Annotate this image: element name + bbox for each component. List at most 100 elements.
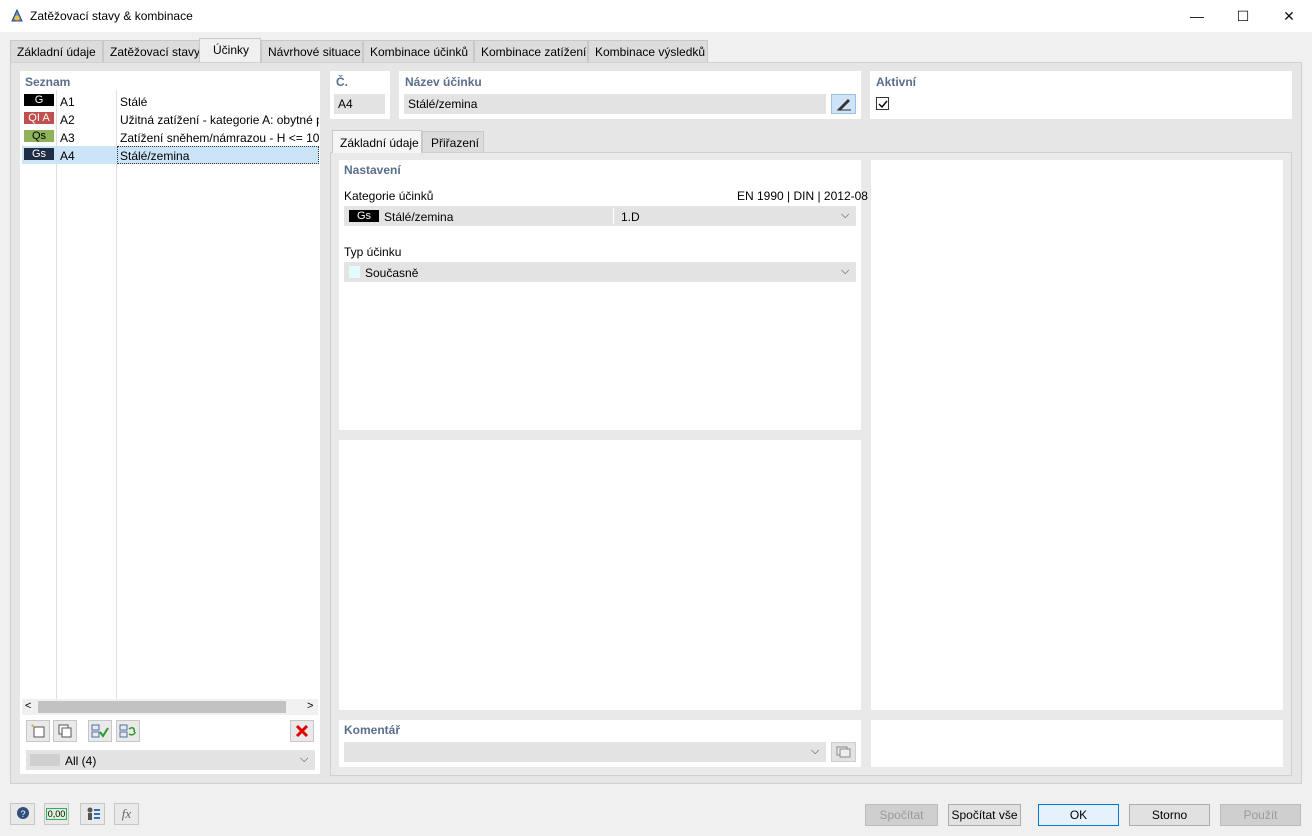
- type-label: Typ účinku: [344, 245, 402, 259]
- check-all-button[interactable]: [88, 720, 112, 742]
- comment-header: Komentář: [344, 723, 401, 737]
- horizontal-scrollbar[interactable]: < >: [22, 699, 318, 715]
- empty-panel: [339, 440, 861, 710]
- list-item-number: A4: [60, 149, 75, 163]
- type-value: Současně: [365, 266, 419, 280]
- help-icon: ?: [16, 807, 29, 819]
- chevron-down-icon: ⌵: [841, 209, 850, 221]
- settings-header: Nastavení: [344, 163, 401, 177]
- subtab-basic-data[interactable]: Základní údaje: [332, 130, 422, 153]
- tab-actions[interactable]: Účinky: [199, 38, 261, 63]
- chevron-down-icon: ⌵: [841, 265, 850, 277]
- calculate-all-button[interactable]: Spočítat vše: [948, 804, 1021, 826]
- close-window-button[interactable]: ✕: [1266, 0, 1312, 32]
- window-title: Zatěžovací stavy & kombinace: [30, 9, 193, 23]
- list-header: Seznam: [25, 75, 71, 89]
- list-item-name: Stálé: [120, 95, 148, 109]
- name-field[interactable]: Stálé/zemina: [404, 94, 826, 114]
- ok-button[interactable]: OK: [1038, 804, 1119, 826]
- category-label: Kategorie účinků: [344, 189, 434, 203]
- norm-label: EN 1990 | DIN | 2012-08: [737, 189, 868, 203]
- toggle-check-button[interactable]: [116, 720, 140, 742]
- chevron-down-icon: ⌵: [300, 753, 309, 765]
- tab-load-cases[interactable]: Zatěžovací stavy: [103, 40, 200, 62]
- edit-name-button[interactable]: [831, 94, 856, 114]
- comment-field[interactable]: ⌵: [344, 742, 826, 762]
- new-item-icon: [31, 724, 45, 738]
- list-item[interactable]: Qs A3 Zatížení sněhem/námrazou - H <= 10…: [22, 128, 319, 146]
- toggle-check-icon: [119, 724, 136, 738]
- maximize-icon: ☐: [1236, 7, 1250, 24]
- app-icon: [11, 8, 23, 22]
- column-divider: [116, 90, 117, 700]
- scrollbar-thumb[interactable]: [38, 701, 286, 713]
- comment-library-button[interactable]: [831, 742, 856, 762]
- copy-item-button[interactable]: [53, 720, 77, 742]
- tab-basic-data[interactable]: Základní údaje: [10, 40, 103, 62]
- units-button[interactable]: 0,00: [44, 803, 69, 825]
- svg-text:?: ?: [20, 809, 25, 819]
- function-icon: fx: [121, 806, 132, 821]
- minimize-icon: —: [1190, 8, 1204, 24]
- list-item[interactable]: G A1 Stálé: [22, 92, 319, 110]
- title-bar: Zatěžovací stavy & kombinace — ☐ ✕: [0, 0, 1312, 32]
- category-chip: Qs: [24, 130, 54, 142]
- divider: [613, 208, 614, 224]
- delete-button[interactable]: [290, 720, 314, 742]
- list-panel: [20, 71, 320, 774]
- number-header: Č.: [336, 75, 348, 89]
- subtab-assignment[interactable]: Přiřazení: [422, 131, 484, 152]
- new-item-button[interactable]: [26, 720, 50, 742]
- delete-icon: [295, 724, 309, 738]
- tab-load-combinations[interactable]: Kombinace zatížení: [474, 40, 588, 62]
- calculate-button[interactable]: Spočítat: [865, 804, 938, 826]
- active-checkbox[interactable]: [876, 97, 889, 110]
- list-item[interactable]: QI A A2 Užitná zatížení - kategorie A: o…: [22, 110, 319, 128]
- filter-value: All (4): [65, 754, 97, 768]
- maximize-button[interactable]: ☐: [1220, 0, 1266, 32]
- category-id: 1.D: [621, 210, 640, 224]
- category-chip: Gs: [349, 210, 379, 222]
- list-item-number: A1: [60, 95, 75, 109]
- person-settings-icon: [87, 807, 100, 820]
- formula-button[interactable]: fx: [114, 803, 139, 825]
- cancel-button[interactable]: Storno: [1129, 804, 1210, 826]
- close-icon: ✕: [1283, 7, 1295, 24]
- check-icon: [878, 100, 888, 109]
- units-icon: 0,00: [45, 808, 68, 820]
- tab-action-combinations[interactable]: Kombinace účinků: [363, 40, 474, 62]
- name-header: Název účinku: [405, 75, 482, 89]
- category-chip: Gs: [24, 148, 54, 160]
- display-settings-button[interactable]: [80, 803, 105, 825]
- list-item-number: A3: [60, 131, 75, 145]
- type-color-swatch: [349, 266, 360, 278]
- type-dropdown[interactable]: Současně ⌵: [344, 262, 856, 282]
- tab-result-combinations[interactable]: Kombinace výsledků: [588, 40, 708, 62]
- list-item-selected[interactable]: Gs A4 Stálé/zemina: [22, 146, 319, 164]
- apply-button[interactable]: Použít: [1220, 804, 1301, 826]
- category-dropdown[interactable]: Gs Stálé/zemina 1.D ⌵: [344, 206, 856, 226]
- category-name: Stálé/zemina: [384, 210, 454, 224]
- filter-color-swatch: [30, 754, 60, 766]
- active-panel: [870, 71, 1292, 119]
- column-divider: [56, 90, 57, 700]
- list-item-name: Stálé/zemina: [117, 146, 319, 164]
- list-item-name: Zatížení sněhem/námrazou - H <= 1000: [120, 131, 319, 145]
- help-button[interactable]: ?: [10, 803, 35, 825]
- chevron-down-icon: ⌵: [811, 745, 820, 757]
- category-chip: G: [24, 94, 54, 106]
- comment-side-panel: [871, 720, 1283, 767]
- list-item-number: A2: [60, 113, 75, 127]
- filter-dropdown[interactable]: All (4) ⌵: [26, 750, 315, 770]
- check-all-icon: [91, 724, 109, 738]
- active-header: Aktivní: [876, 75, 917, 89]
- copy-icon: [58, 724, 72, 738]
- scroll-left-icon[interactable]: <: [25, 700, 31, 712]
- minimize-button[interactable]: —: [1174, 0, 1220, 32]
- number-field[interactable]: A4: [334, 94, 385, 114]
- comment-library-icon: [836, 746, 850, 758]
- tab-design-situations[interactable]: Návrhové situace: [261, 40, 363, 62]
- list-item-name: Užitná zatížení - kategorie A: obytné pl: [120, 113, 319, 127]
- scroll-right-icon[interactable]: >: [307, 700, 313, 712]
- preview-panel: [871, 160, 1283, 710]
